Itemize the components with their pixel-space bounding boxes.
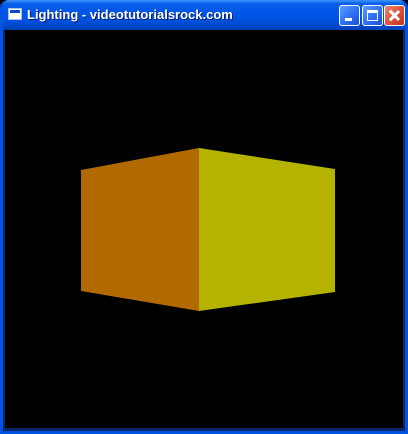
opengl-canvas[interactable] — [5, 30, 403, 428]
title-bar[interactable]: Lighting - videotutorialsrock.com — [3, 0, 405, 30]
minimize-button[interactable] — [339, 5, 360, 26]
close-icon — [385, 6, 404, 25]
cube-right-face — [199, 148, 335, 311]
close-button[interactable] — [384, 5, 405, 26]
lit-cube-scene — [81, 148, 335, 311]
cube-left-face — [81, 148, 199, 311]
minimize-icon — [345, 18, 352, 21]
window-app-icon[interactable] — [8, 8, 22, 20]
maximize-icon — [367, 10, 378, 21]
app-window: Lighting - videotutorialsrock.com — [0, 0, 408, 434]
maximize-button[interactable] — [362, 5, 383, 26]
window-title: Lighting - videotutorialsrock.com — [27, 7, 233, 22]
